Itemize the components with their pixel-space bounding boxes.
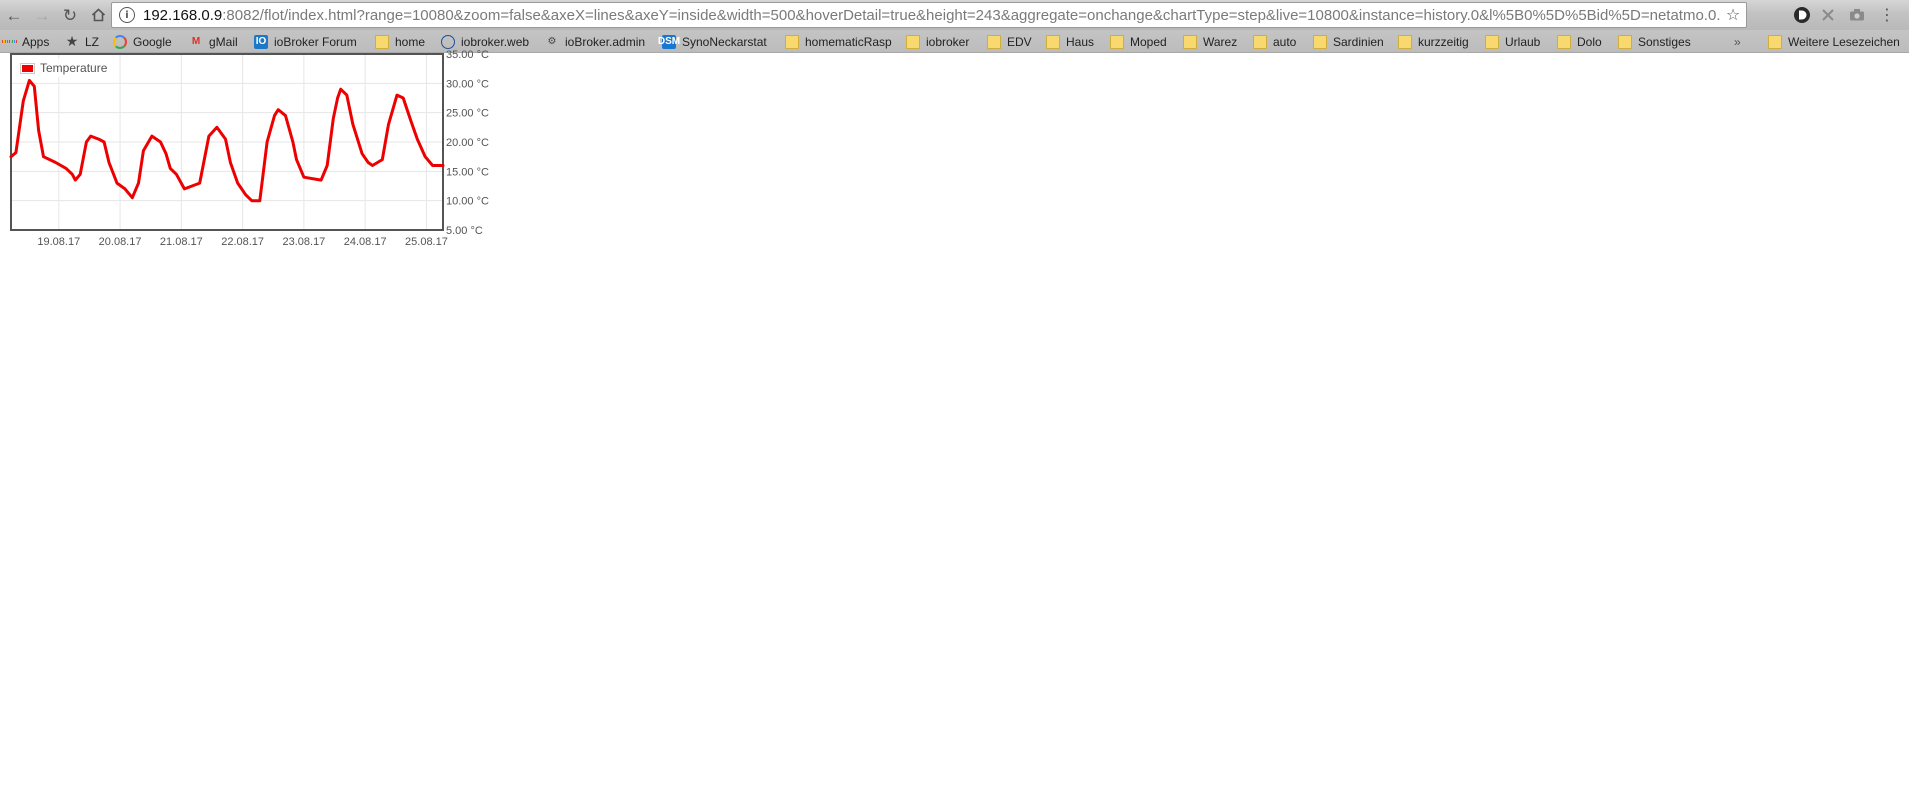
reload-button[interactable]: ↻ bbox=[56, 1, 84, 29]
legend-swatch bbox=[20, 62, 35, 74]
folder-icon bbox=[906, 34, 920, 49]
site-info-icon[interactable]: i bbox=[119, 7, 135, 23]
y-tick-label: 5.00 °C bbox=[446, 225, 483, 237]
browser-toolbar: ← → ↻ i 192.168.0.9:8082/flot/index.html… bbox=[0, 0, 1909, 30]
y-tick-label: 25.00 °C bbox=[446, 108, 489, 120]
chart-legend: Temperature bbox=[17, 59, 111, 77]
y-tick-label: 10.00 °C bbox=[446, 196, 489, 208]
globe-icon bbox=[441, 34, 455, 49]
bookmarks-overflow-button[interactable]: » bbox=[1734, 33, 1741, 50]
bookmark-iobroker-forum[interactable]: IO ioBroker Forum bbox=[254, 33, 357, 50]
x-tick-label: 25.08.17 bbox=[405, 236, 448, 248]
bookmark-dolo[interactable]: Dolo bbox=[1557, 33, 1602, 50]
forward-arrow-icon: → bbox=[33, 5, 51, 25]
folder-icon bbox=[1557, 34, 1571, 49]
extension-d-icon[interactable] bbox=[1793, 6, 1811, 24]
iobroker-icon: IO bbox=[254, 34, 268, 49]
y-tick-label: 15.00 °C bbox=[446, 166, 489, 178]
extension-camera-icon[interactable] bbox=[1848, 6, 1866, 24]
google-icon bbox=[113, 34, 127, 49]
star-icon: ★ bbox=[65, 33, 79, 49]
y-tick-label: 30.00 °C bbox=[446, 78, 489, 90]
url-text[interactable]: 192.168.0.9:8082/flot/index.html?range=1… bbox=[143, 7, 1720, 24]
bookmark-edv[interactable]: EDV bbox=[987, 33, 1032, 50]
apps-grid-icon bbox=[2, 35, 16, 49]
folder-icon bbox=[1313, 34, 1327, 49]
bookmark-iobroker-admin[interactable]: ⚙ ioBroker.admin bbox=[545, 33, 646, 50]
y-tick-label: 20.00 °C bbox=[446, 137, 489, 149]
x-tick-label: 23.08.17 bbox=[282, 236, 325, 248]
reload-icon: ↻ bbox=[62, 5, 78, 25]
folder-icon bbox=[375, 34, 389, 49]
bookmark-iobroker[interactable]: iobroker bbox=[906, 33, 969, 50]
bookmark-lz[interactable]: ★ LZ bbox=[65, 33, 99, 50]
folder-icon bbox=[1398, 34, 1412, 49]
home-button[interactable] bbox=[84, 1, 112, 29]
forward-button[interactable]: → bbox=[28, 1, 56, 29]
browser-menu-icon[interactable]: ⋮ bbox=[1878, 6, 1896, 24]
bookmark-homematicrasp[interactable]: homematicRasp bbox=[785, 33, 892, 50]
bookmark-gmail[interactable]: M gMail bbox=[189, 33, 238, 50]
x-tick-label: 19.08.17 bbox=[37, 236, 80, 248]
folder-icon bbox=[987, 34, 1001, 49]
x-tick-label: 24.08.17 bbox=[344, 236, 387, 248]
url-host: 192.168.0.9 bbox=[143, 6, 223, 24]
bookmark-moped[interactable]: Moped bbox=[1110, 33, 1167, 50]
url-path: :8082/flot/index.html?range=10080&zoom=f… bbox=[222, 6, 1720, 24]
gmail-icon: M bbox=[191, 36, 201, 47]
folder-icon bbox=[1253, 34, 1267, 49]
folder-icon bbox=[1768, 34, 1782, 49]
folder-icon bbox=[1046, 34, 1060, 49]
bookmark-auto[interactable]: auto bbox=[1253, 33, 1296, 50]
extension-cross-icon[interactable] bbox=[1819, 6, 1837, 24]
x-tick-label: 22.08.17 bbox=[221, 236, 264, 248]
bookmarks-bar: Apps ★ LZ Google M gMail IO ioBroker For… bbox=[0, 30, 1909, 53]
bookmark-home[interactable]: home bbox=[375, 33, 425, 50]
back-arrow-icon: ← bbox=[5, 5, 23, 25]
bookmark-apps[interactable]: Apps bbox=[2, 33, 49, 50]
bookmark-sonstiges[interactable]: Sonstiges bbox=[1618, 33, 1691, 50]
bookmark-synoneckarstat[interactable]: DSM SynoNeckarstat bbox=[657, 33, 767, 50]
y-tick-label: 35.00 °C bbox=[446, 49, 489, 61]
folder-icon bbox=[785, 34, 799, 49]
gear-icon: ⚙ bbox=[547, 36, 557, 47]
series-line-0 bbox=[9, 78, 445, 203]
bookmark-star-icon[interactable]: ☆ bbox=[1720, 5, 1746, 25]
folder-icon bbox=[1183, 34, 1197, 49]
bookmark-kurzzeitig[interactable]: kurzzeitig bbox=[1398, 33, 1469, 50]
chart-svg: 5.00 °C 10.00 °C 15.00 °C 20.00 °C 25.00 °C 3… bbox=[9, 49, 489, 248]
legend-label: Temperature bbox=[40, 61, 108, 75]
bookmark-google[interactable]: Google bbox=[113, 33, 172, 50]
folder-icon bbox=[1618, 34, 1632, 49]
bookmark-haus[interactable]: Haus bbox=[1046, 33, 1094, 50]
bookmark-warez[interactable]: Warez bbox=[1183, 33, 1237, 50]
x-tick-label: 20.08.17 bbox=[99, 236, 142, 248]
back-button[interactable]: ← bbox=[0, 1, 28, 29]
folder-icon bbox=[1110, 34, 1124, 49]
bookmark-other-bookmarks[interactable]: Weitere Lesezeichen bbox=[1768, 33, 1900, 50]
bookmark-urlaub[interactable]: Urlaub bbox=[1485, 33, 1540, 50]
home-icon bbox=[91, 8, 105, 22]
x-tick-label: 21.08.17 bbox=[160, 236, 203, 248]
bookmark-sardinien[interactable]: Sardinien bbox=[1313, 33, 1384, 50]
bookmark-iobroker-web[interactable]: iobroker.web bbox=[441, 33, 529, 50]
address-bar[interactable]: i 192.168.0.9:8082/flot/index.html?range… bbox=[111, 2, 1747, 28]
folder-icon bbox=[1485, 34, 1499, 49]
temperature-chart[interactable]: 5.00 °C 10.00 °C 15.00 °C 20.00 °C 25.00 °C 3… bbox=[0, 49, 500, 297]
dsm-icon: DSM bbox=[657, 34, 681, 49]
